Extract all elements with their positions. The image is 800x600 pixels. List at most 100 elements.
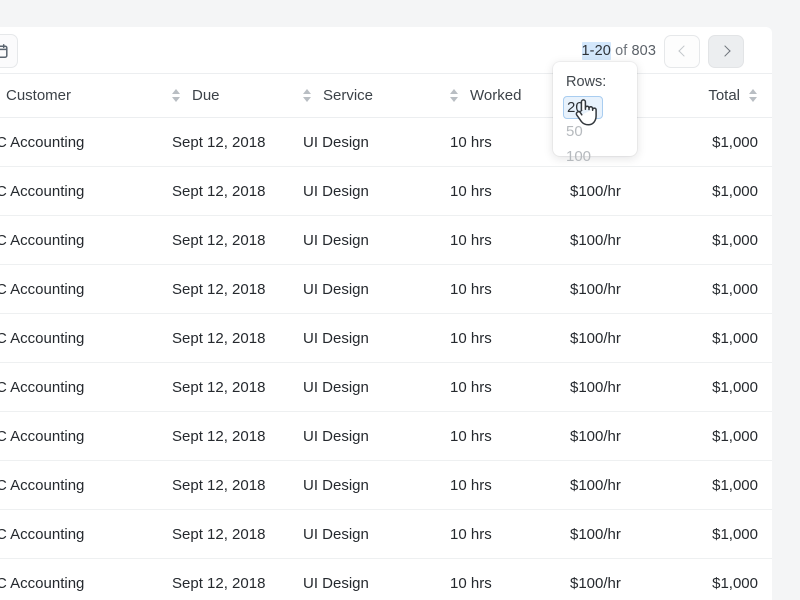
- cell-service: UI Design: [289, 510, 436, 559]
- rows-option-50[interactable]: 50: [553, 119, 637, 144]
- cell-customer: AC Accounting: [0, 363, 158, 412]
- cell-customer: AC Accounting: [0, 461, 158, 510]
- cell-customer: AC Accounting: [0, 216, 158, 265]
- table-body: AC AccountingSept 12, 2018UI Design10 hr…: [0, 118, 772, 600]
- cell-service: UI Design: [289, 265, 436, 314]
- cell-worked: 10 hrs: [436, 314, 556, 363]
- cell-service: UI Design: [289, 118, 436, 167]
- cell-worked: 10 hrs: [436, 559, 556, 600]
- cell-rate: $100/hr: [556, 216, 674, 265]
- cell-rate: $100/hr: [556, 510, 674, 559]
- cell-due: Sept 12, 2018: [158, 167, 289, 216]
- sort-icon[interactable]: [450, 88, 459, 103]
- cell-customer: AC Accounting: [0, 412, 158, 461]
- next-page-button[interactable]: [708, 35, 744, 68]
- rows-dropdown-title: Rows:: [553, 71, 637, 96]
- cell-customer: AC Accounting: [0, 314, 158, 363]
- cell-worked: 10 hrs: [436, 510, 556, 559]
- cell-due: Sept 12, 2018: [158, 363, 289, 412]
- cell-service: UI Design: [289, 461, 436, 510]
- table-row[interactable]: AC AccountingSept 12, 2018UI Design10 hr…: [0, 167, 772, 216]
- column-label: Worked: [470, 87, 521, 104]
- cell-total: $1,000: [674, 216, 772, 265]
- pagination-of: of: [611, 43, 632, 59]
- column-header-service[interactable]: Service: [289, 74, 436, 118]
- cell-total: $1,000: [674, 167, 772, 216]
- table-row[interactable]: AC AccountingSept 12, 2018UI Design10 hr…: [0, 363, 772, 412]
- cell-rate: $100/hr: [556, 412, 674, 461]
- cell-service: UI Design: [289, 412, 436, 461]
- column-label: Due: [192, 87, 220, 104]
- cell-worked: 10 hrs: [436, 167, 556, 216]
- table-row[interactable]: AC AccountingSept 12, 2018UI Design10 hr…: [0, 118, 772, 167]
- rows-per-page-dropdown: Rows: 20 50 100: [553, 62, 637, 156]
- table-toolbar: 1-20 of 803: [0, 27, 772, 73]
- column-header-due[interactable]: Due: [158, 74, 289, 118]
- column-label: Customer: [6, 87, 71, 104]
- pagination-total: 803: [632, 43, 657, 59]
- cell-total: $1,000: [674, 314, 772, 363]
- table-row[interactable]: AC AccountingSept 12, 2018UI Design10 hr…: [0, 559, 772, 600]
- cell-due: Sept 12, 2018: [158, 461, 289, 510]
- table-row[interactable]: AC AccountingSept 12, 2018UI Design10 hr…: [0, 265, 772, 314]
- chevron-right-icon: [719, 45, 730, 56]
- cell-service: UI Design: [289, 363, 436, 412]
- cell-due: Sept 12, 2018: [158, 265, 289, 314]
- cell-service: UI Design: [289, 559, 436, 600]
- sort-icon[interactable]: [749, 88, 758, 103]
- cell-customer: AC Accounting: [0, 167, 158, 216]
- table-row[interactable]: AC AccountingSept 12, 2018UI Design10 hr…: [0, 510, 772, 559]
- pagination-range: 1-20: [582, 42, 611, 60]
- cell-customer: AC Accounting: [0, 510, 158, 559]
- column-label: Total: [708, 87, 740, 104]
- table-row[interactable]: AC AccountingSept 12, 2018UI Design10 hr…: [0, 461, 772, 510]
- column-header-worked[interactable]: Worked: [436, 74, 556, 118]
- table-row[interactable]: AC AccountingSept 12, 2018UI Design10 hr…: [0, 216, 772, 265]
- cell-total: $1,000: [674, 363, 772, 412]
- sort-icon[interactable]: [303, 88, 312, 103]
- cell-due: Sept 12, 2018: [158, 412, 289, 461]
- invoices-table: Customer Due Service: [0, 73, 772, 600]
- rows-option-100[interactable]: 100: [553, 144, 637, 169]
- cell-customer: AC Accounting: [0, 265, 158, 314]
- cell-worked: 10 hrs: [436, 363, 556, 412]
- cell-customer: AC Accounting: [0, 118, 158, 167]
- cell-due: Sept 12, 2018: [158, 314, 289, 363]
- cell-worked: 10 hrs: [436, 461, 556, 510]
- cell-rate: $100/hr: [556, 559, 674, 600]
- cell-total: $1,000: [674, 412, 772, 461]
- cell-rate: $100/hr: [556, 167, 674, 216]
- cell-worked: 10 hrs: [436, 265, 556, 314]
- cell-customer: AC Accounting: [0, 559, 158, 600]
- sort-icon[interactable]: [172, 88, 181, 103]
- cell-rate: $100/hr: [556, 363, 674, 412]
- table-header-row: Customer Due Service: [0, 74, 772, 118]
- cell-worked: 10 hrs: [436, 118, 556, 167]
- cell-due: Sept 12, 2018: [158, 216, 289, 265]
- cell-due: Sept 12, 2018: [158, 510, 289, 559]
- cell-total: $1,000: [674, 118, 772, 167]
- table-row[interactable]: AC AccountingSept 12, 2018UI Design10 hr…: [0, 314, 772, 363]
- cell-worked: 10 hrs: [436, 412, 556, 461]
- previous-page-button[interactable]: [664, 35, 700, 68]
- column-header-customer[interactable]: Customer: [0, 74, 158, 118]
- rows-option-20[interactable]: 20: [563, 96, 603, 119]
- chevron-left-icon: [678, 45, 689, 56]
- cell-rate: $100/hr: [556, 265, 674, 314]
- cell-due: Sept 12, 2018: [158, 559, 289, 600]
- cell-total: $1,000: [674, 559, 772, 600]
- invoices-table-card: 1-20 of 803 Custo: [0, 27, 772, 600]
- cell-service: UI Design: [289, 314, 436, 363]
- cell-total: $1,000: [674, 265, 772, 314]
- cell-total: $1,000: [674, 461, 772, 510]
- cell-service: UI Design: [289, 216, 436, 265]
- cell-due: Sept 12, 2018: [158, 118, 289, 167]
- cell-worked: 10 hrs: [436, 216, 556, 265]
- calendar-button[interactable]: [0, 34, 18, 68]
- column-header-total[interactable]: Total: [674, 74, 772, 118]
- cell-service: UI Design: [289, 167, 436, 216]
- cell-rate: $100/hr: [556, 314, 674, 363]
- pagination-summary: 1-20 of 803: [582, 43, 656, 59]
- table-row[interactable]: AC AccountingSept 12, 2018UI Design10 hr…: [0, 412, 772, 461]
- cell-rate: $100/hr: [556, 461, 674, 510]
